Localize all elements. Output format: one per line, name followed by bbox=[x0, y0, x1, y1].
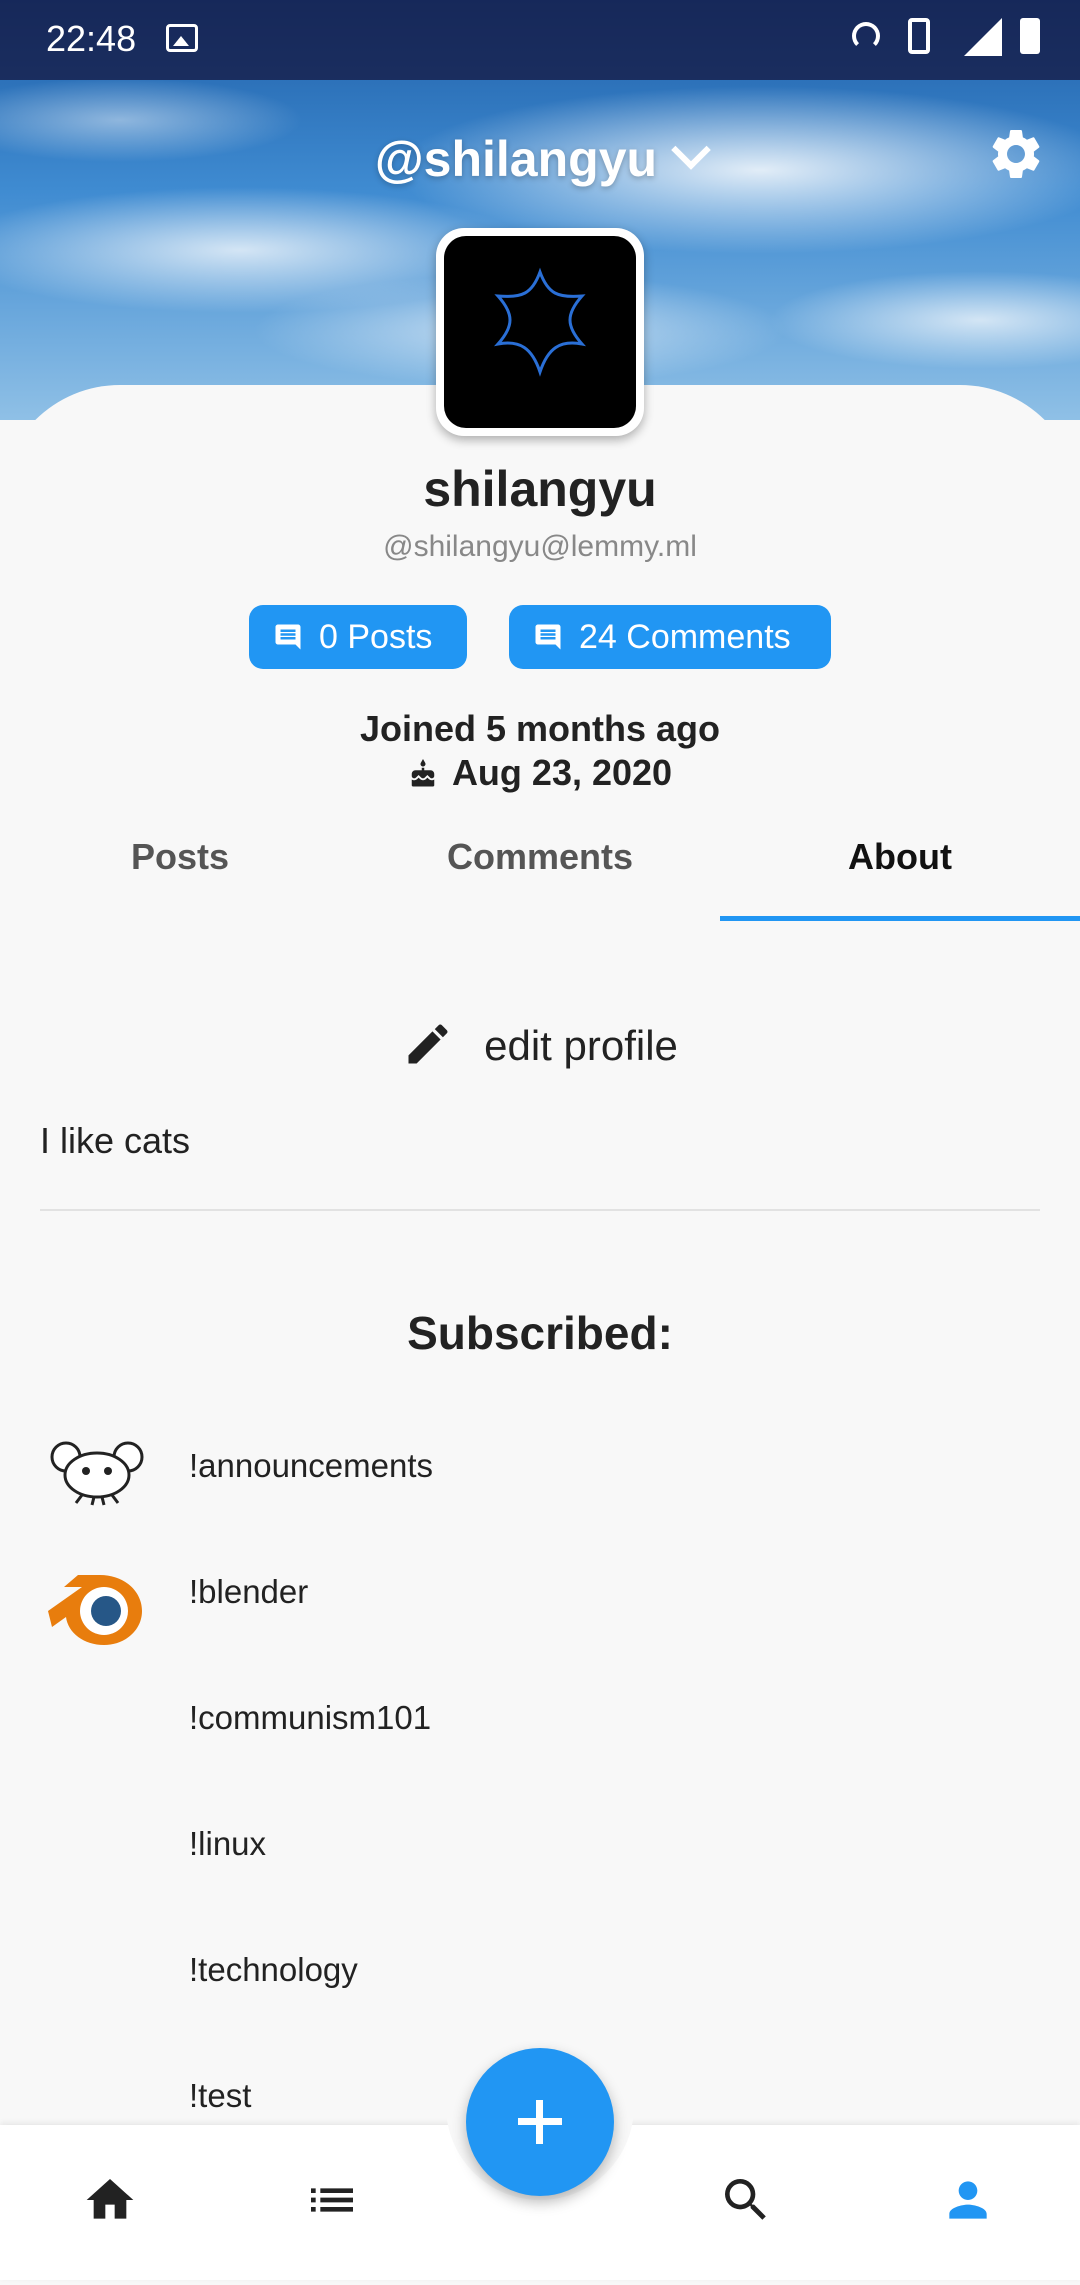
plus-icon-stroke bbox=[536, 2100, 543, 2144]
posts-count-chip[interactable]: 0 Posts bbox=[249, 605, 467, 669]
comments-count-label: 24 Comments bbox=[579, 617, 791, 656]
vibrate-icon bbox=[908, 18, 942, 56]
chevron-down-icon bbox=[671, 130, 711, 170]
posts-count-label: 0 Posts bbox=[319, 617, 433, 656]
community-name: !communism101 bbox=[189, 1699, 432, 1736]
create-post-button[interactable] bbox=[466, 2048, 614, 2196]
blender-icon bbox=[48, 1575, 142, 1645]
community-item[interactable]: !linux bbox=[0, 1793, 1080, 1903]
avatar[interactable] bbox=[436, 228, 644, 436]
comment-icon bbox=[275, 624, 301, 650]
comments-count-chip[interactable]: 24 Comments bbox=[509, 605, 831, 669]
pencil-icon bbox=[408, 1024, 448, 1064]
tab-posts[interactable]: Posts bbox=[0, 820, 360, 912]
signal-icon bbox=[964, 18, 1002, 56]
edit-profile-label: edit profile bbox=[484, 1022, 678, 1069]
hexagram-logo-icon bbox=[493, 267, 587, 377]
community-item[interactable]: !announcements bbox=[0, 1415, 1080, 1525]
community-name: !test bbox=[189, 2077, 252, 2114]
home-icon[interactable] bbox=[82, 2172, 138, 2228]
tab-comments[interactable]: Comments bbox=[360, 820, 720, 912]
account-switcher[interactable]: @shilangyu bbox=[0, 130, 1080, 188]
active-tab-indicator bbox=[720, 916, 1080, 921]
display-name: shilangyu bbox=[423, 461, 657, 517]
joined-text: Joined 5 months ago bbox=[359, 708, 721, 749]
cake-icon bbox=[411, 759, 435, 787]
battery-icon bbox=[1020, 18, 1040, 56]
gear-icon[interactable] bbox=[986, 124, 1046, 184]
join-date-label: Aug 23, 2020 bbox=[451, 752, 673, 793]
community-name: !announcements bbox=[189, 1447, 434, 1484]
profile-icon[interactable] bbox=[940, 2172, 996, 2228]
community-name: !blender bbox=[189, 1573, 309, 1610]
community-name: !linux bbox=[189, 1825, 267, 1862]
list-icon[interactable] bbox=[304, 2172, 360, 2228]
subscribed-heading: Subscribed: bbox=[407, 1307, 673, 1359]
search-icon[interactable] bbox=[718, 2172, 774, 2228]
bio-text: I like cats bbox=[40, 1120, 191, 1161]
full-handle: @shilangyu@lemmy.ml bbox=[383, 530, 697, 563]
status-bar: 22:48 bbox=[0, 0, 1080, 80]
profile-tabs: Posts Comments About bbox=[0, 820, 1080, 920]
tab-about[interactable]: About bbox=[720, 820, 1080, 912]
lemmy-mouse-icon bbox=[50, 1441, 144, 1506]
image-notification-icon bbox=[166, 24, 198, 52]
community-item[interactable]: !technology bbox=[0, 1919, 1080, 2029]
join-date: Aug 23, 2020 bbox=[0, 752, 1080, 794]
comment-icon bbox=[535, 624, 561, 650]
account-handle: @shilangyu bbox=[374, 131, 658, 187]
divider bbox=[40, 1209, 1040, 1211]
community-item[interactable]: !blender bbox=[0, 1541, 1080, 1651]
community-item[interactable]: !communism101 bbox=[0, 1667, 1080, 1777]
status-time: 22:48 bbox=[46, 18, 137, 59]
community-name: !technology bbox=[189, 1951, 358, 1988]
edit-profile-button[interactable]: edit profile bbox=[0, 1018, 1080, 1070]
hotspot-icon bbox=[852, 18, 886, 56]
